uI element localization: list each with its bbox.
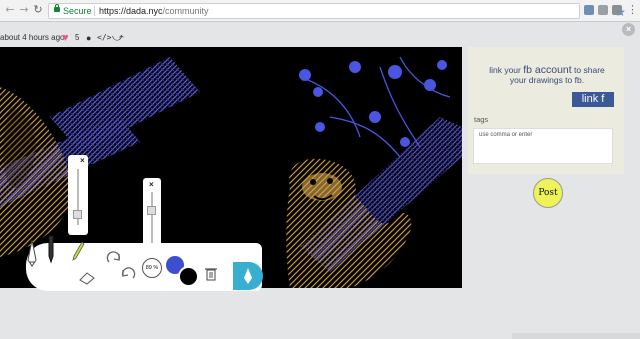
close-icon[interactable]: ×: [80, 157, 85, 165]
send-button[interactable]: [233, 262, 263, 290]
eraser-icon[interactable]: [77, 270, 97, 286]
secure-label: Secure: [63, 6, 92, 16]
forward-arrow-icon[interactable]: →: [18, 4, 30, 16]
trash-icon[interactable]: [204, 266, 218, 282]
omnibox-divider: [94, 6, 95, 16]
share-sidebar: link your fb account to share your drawi…: [468, 47, 624, 174]
fb-share-message: link your fb account to share your drawi…: [474, 65, 620, 85]
url-host: https://dada.nyc: [99, 6, 163, 16]
opacity-value[interactable]: 89 %: [142, 258, 162, 278]
footer-bar: [512, 333, 640, 339]
timestamp: about 4 hours ago: [0, 33, 65, 42]
extension-icon[interactable]: [584, 5, 594, 15]
like-count: 5: [75, 33, 80, 42]
tags-input[interactable]: use comma or enter: [473, 128, 613, 164]
opacity-panel: ×: [143, 178, 161, 250]
url-text[interactable]: https://dada.nyc/community: [99, 4, 209, 18]
address-bar[interactable]: Secure https://dada.nyc/community ★: [48, 3, 626, 19]
opacity-slider-thumb[interactable]: [147, 206, 156, 216]
tag-icon[interactable]: ●: [86, 30, 91, 46]
embed-code-icon[interactable]: </>: [97, 30, 111, 46]
fb-text-part: link your: [489, 65, 524, 75]
marker-icon[interactable]: [44, 232, 58, 266]
pen-tip-icon: [244, 268, 252, 284]
heart-icon[interactable]: ♥: [62, 30, 69, 46]
reload-icon[interactable]: ↻: [32, 4, 44, 16]
pencil-icon[interactable]: [24, 238, 40, 268]
lock-icon: [54, 4, 60, 12]
link-facebook-button[interactable]: link f: [572, 92, 614, 107]
extension-icon[interactable]: [612, 5, 622, 15]
browser-menu-icon[interactable]: ⋮: [627, 3, 638, 16]
fb-text-line2: your drawings to fb.: [509, 75, 585, 85]
url-path: /community: [162, 6, 209, 16]
close-icon[interactable]: ×: [622, 23, 635, 36]
share-icon[interactable]: ⤻: [112, 30, 124, 46]
close-icon[interactable]: ×: [149, 181, 154, 189]
post-button[interactable]: Post: [533, 178, 563, 208]
browser-toolbar: ← → ↻ Secure https://dada.nyc/community …: [0, 0, 640, 22]
opacity-track[interactable]: [151, 192, 153, 244]
tags-label: tags: [474, 115, 489, 124]
brush-size-panel: ×: [68, 155, 88, 235]
fb-text-part: to share: [571, 65, 605, 75]
secondary-color-swatch[interactable]: [178, 266, 199, 287]
brush-icon[interactable]: [70, 240, 86, 262]
extension-icon[interactable]: [598, 5, 608, 15]
brush-size-slider-thumb[interactable]: [73, 209, 82, 219]
undo-icon[interactable]: [118, 266, 138, 284]
back-arrow-icon[interactable]: ←: [4, 4, 16, 16]
